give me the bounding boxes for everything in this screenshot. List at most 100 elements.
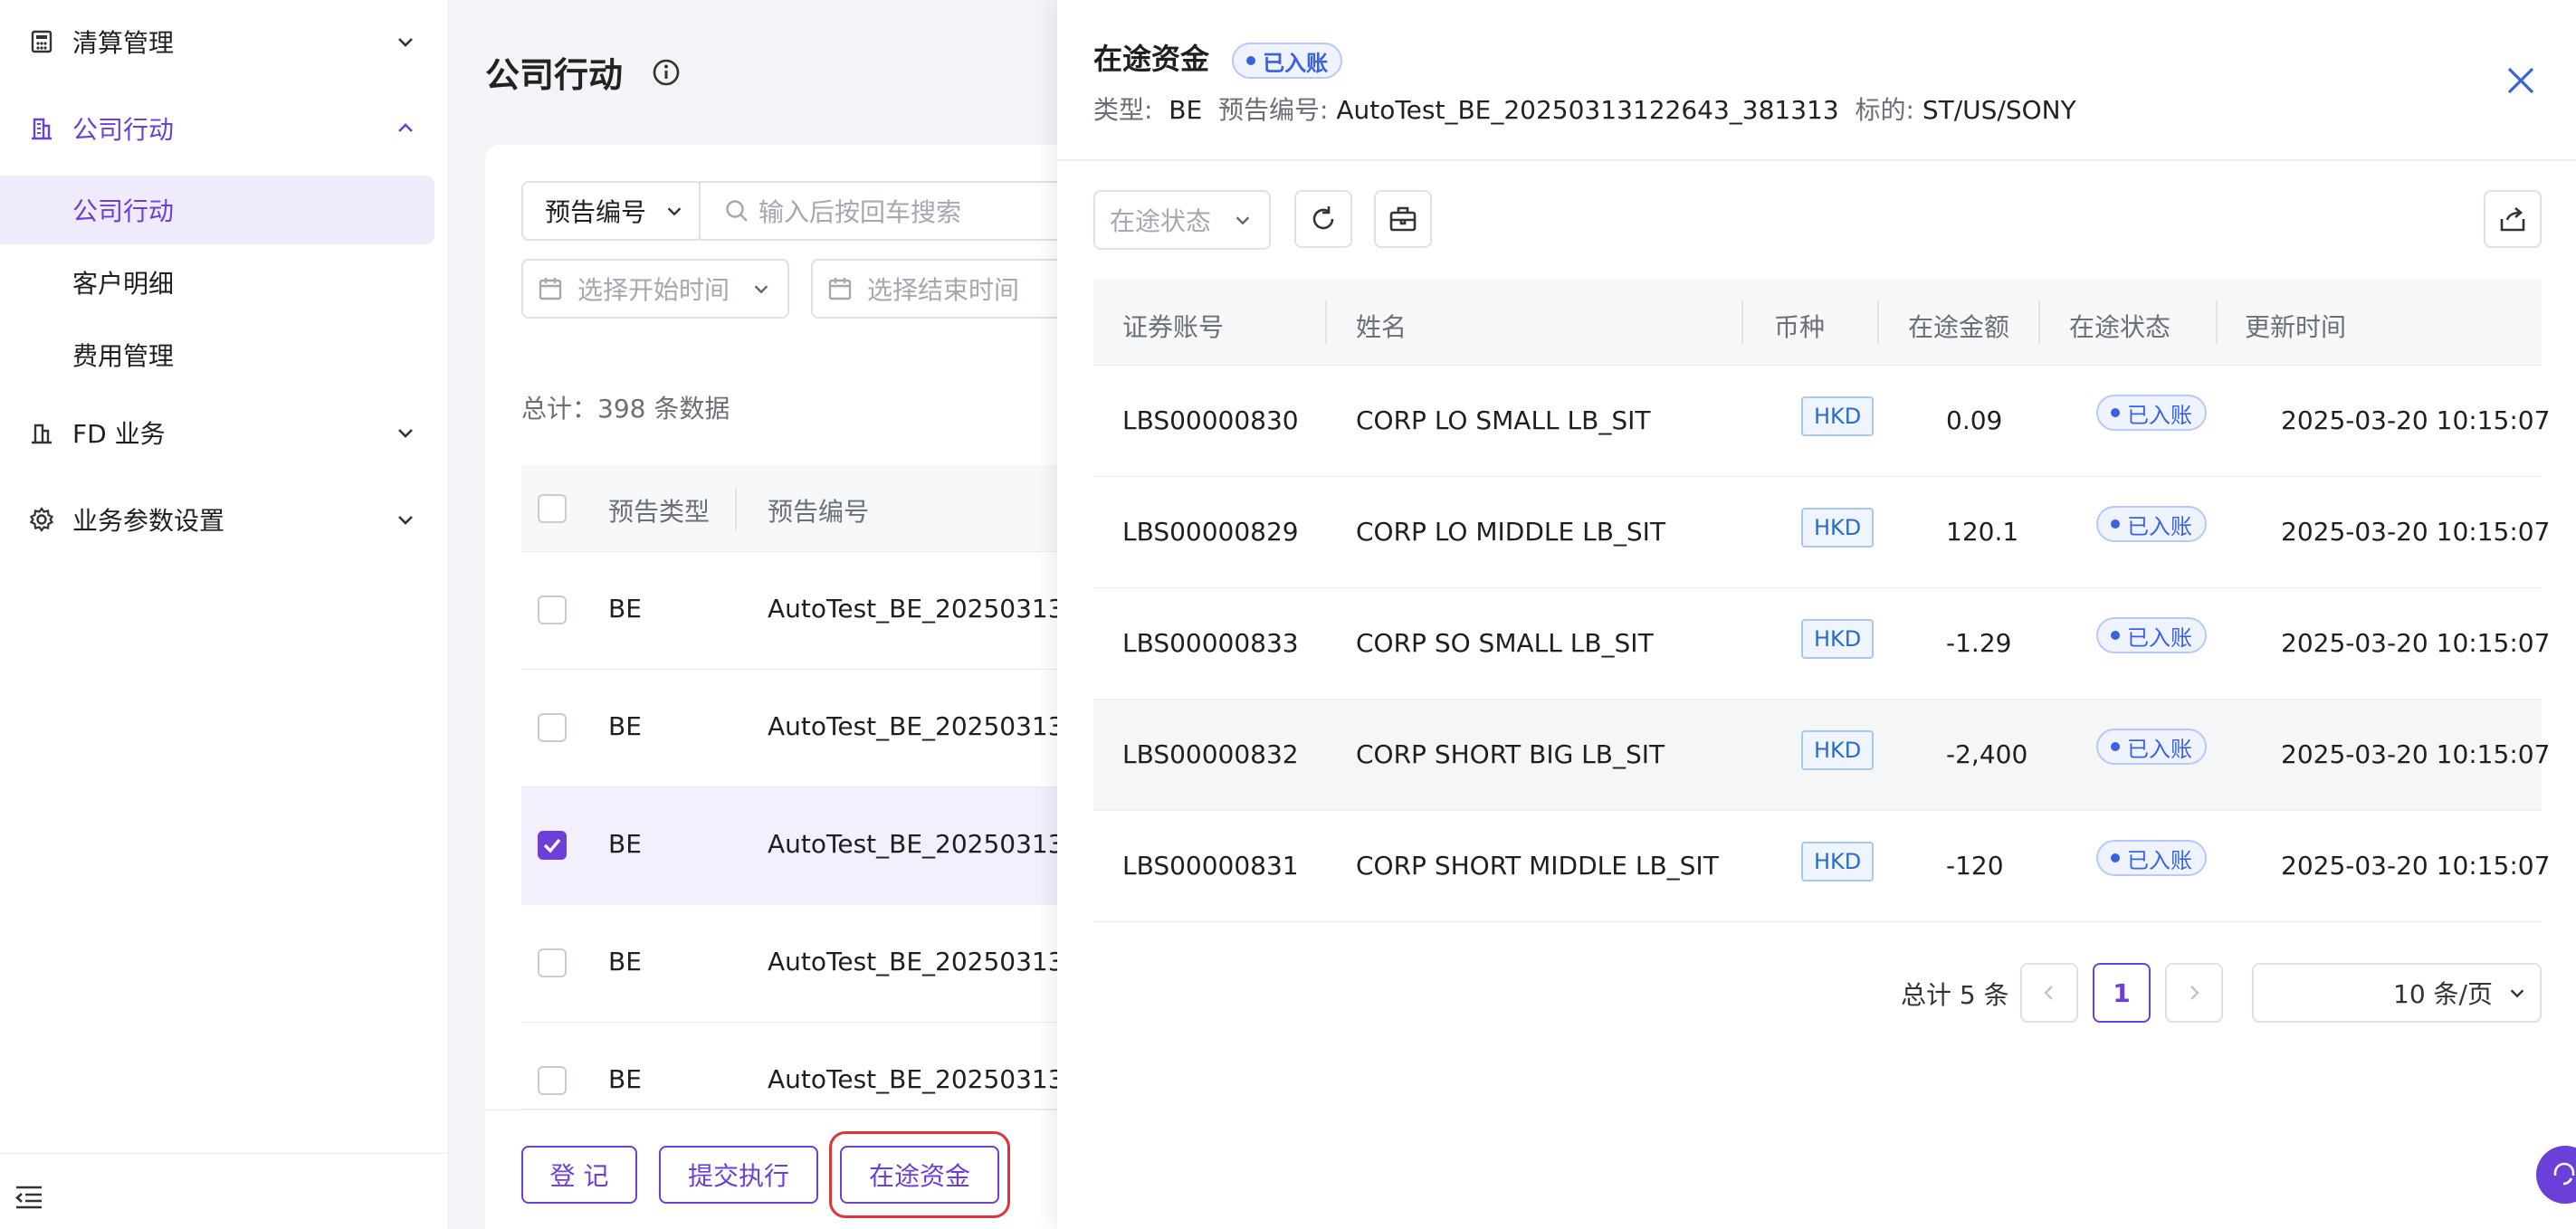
divider bbox=[1057, 159, 2576, 161]
register-button[interactable]: 登 记 bbox=[521, 1146, 637, 1204]
calculator-icon bbox=[27, 27, 56, 56]
sidebar-subitem-fee-management[interactable]: 费用管理 bbox=[0, 320, 434, 389]
table-row[interactable]: BE AutoTest_BE_20250313 bbox=[521, 670, 1119, 787]
transit-status-placeholder: 在途状态 bbox=[1110, 206, 1212, 236]
cell-name: CORP LO SMALL LB_SIT bbox=[1356, 405, 1651, 435]
calendar-icon bbox=[539, 278, 562, 300]
submit-execute-button[interactable]: 提交执行 bbox=[659, 1146, 818, 1204]
cell-account: LBS00000833 bbox=[1122, 628, 1299, 658]
cell-type: BE bbox=[608, 947, 642, 977]
cell-type: BE bbox=[608, 711, 642, 741]
start-date-picker[interactable]: 选择开始时间 bbox=[521, 259, 789, 319]
row-checkbox[interactable] bbox=[538, 713, 567, 742]
cell-updated: 2025-03-20 10:15:07 bbox=[2281, 851, 2551, 881]
sidebar-item-clearing[interactable]: 清算管理 bbox=[0, 5, 434, 78]
sidebar-subitem-corporate-action[interactable]: 公司行动 bbox=[0, 176, 434, 244]
sidebar-item-label: 清算管理 bbox=[72, 28, 175, 58]
pagination-total: 总计 5 条 bbox=[1901, 980, 2009, 1010]
cell-account: LBS00000832 bbox=[1122, 739, 1299, 769]
sidebar-item-label: 公司行动 bbox=[72, 115, 175, 145]
start-date-placeholder: 选择开始时间 bbox=[577, 275, 730, 305]
search-field-select-value: 预告编号 bbox=[545, 197, 647, 227]
table-row[interactable]: BE AutoTest_BE_20250313 bbox=[521, 1023, 1119, 1110]
status-badge: 已入账 bbox=[2096, 617, 2207, 653]
cell-amount: -120 bbox=[1946, 851, 2004, 881]
row-checkbox[interactable] bbox=[538, 1066, 567, 1095]
chevron-down-icon bbox=[2510, 989, 2524, 998]
sidebar-subitem-label: 公司行动 bbox=[72, 196, 175, 226]
export-button[interactable] bbox=[2484, 190, 2542, 248]
chevron-down-icon bbox=[398, 429, 413, 438]
sidebar: 清算管理 公司行动 公司行动 客户明细 费用管理 FD 业务 业务参数设置 bbox=[0, 0, 449, 1229]
table-row[interactable]: LBS00000833 CORP SO SMALL LB_SIT HKD -1.… bbox=[1093, 588, 2550, 700]
meta-type-value: BE bbox=[1169, 95, 1203, 125]
currency-tag: HKD bbox=[1801, 842, 1875, 881]
end-date-placeholder: 选择结束时间 bbox=[867, 275, 1020, 305]
refresh-button[interactable] bbox=[1294, 190, 1352, 248]
currency-tag: HKD bbox=[1801, 396, 1875, 436]
close-icon[interactable] bbox=[2505, 65, 2536, 96]
cell-amount: -1.29 bbox=[1946, 628, 2012, 658]
row-checkbox[interactable] bbox=[538, 595, 567, 624]
cell-amount: 120.1 bbox=[1946, 517, 2019, 547]
cell-account: LBS00000831 bbox=[1122, 851, 1299, 881]
chevron-down-icon bbox=[667, 207, 682, 216]
table-row-selected[interactable]: BE AutoTest_BE_20250313 bbox=[521, 787, 1119, 905]
cell-code: AutoTest_BE_20250313 bbox=[768, 594, 1064, 624]
bank-icon bbox=[27, 418, 56, 447]
select-all-checkbox[interactable] bbox=[538, 494, 567, 523]
total-count: 总计：398 条数据 bbox=[521, 394, 730, 424]
meta-target-label: 标的: bbox=[1855, 95, 1914, 125]
table-header: 预告类型 预告编号 bbox=[521, 465, 1119, 552]
column-header-amount: 在途金额 bbox=[1908, 312, 2010, 342]
column-divider bbox=[1877, 300, 1879, 344]
currency-tag: HKD bbox=[1801, 508, 1875, 548]
table-row[interactable]: LBS00000831 CORP SHORT MIDDLE LB_SIT HKD… bbox=[1093, 811, 2550, 922]
cell-account: LBS00000830 bbox=[1122, 405, 1299, 435]
sidebar-item-fd-business[interactable]: FD 业务 bbox=[0, 396, 434, 469]
sidebar-item-label: 业务参数设置 bbox=[72, 506, 225, 536]
collapse-menu-icon[interactable] bbox=[14, 1185, 43, 1210]
next-page-button[interactable] bbox=[2165, 963, 2223, 1023]
cell-name: CORP SO SMALL LB_SIT bbox=[1356, 628, 1654, 658]
toolbox-icon bbox=[1389, 206, 1417, 232]
in-transit-funds-drawer: 在途资金 已入账 类型: BE 预告编号: AutoTest_BE_202503… bbox=[1057, 0, 2576, 1229]
cell-updated: 2025-03-20 10:15:07 bbox=[2281, 739, 2551, 769]
chevron-down-icon bbox=[754, 285, 768, 294]
chevron-down-icon bbox=[398, 516, 413, 525]
prev-page-button[interactable] bbox=[2020, 963, 2078, 1023]
cell-name: CORP SHORT BIG LB_SIT bbox=[1356, 739, 1665, 769]
drawer-title-row: 在途资金 已入账 bbox=[1093, 36, 1343, 79]
status-badge-label: 已入账 bbox=[2127, 513, 2192, 539]
row-checkbox-checked[interactable] bbox=[538, 831, 567, 860]
status-badge-label: 已入账 bbox=[2127, 736, 2192, 762]
sidebar-item-label: FD 业务 bbox=[72, 419, 166, 449]
drawer-title: 在途资金 bbox=[1093, 42, 1210, 76]
column-header-type: 预告类型 bbox=[608, 497, 711, 527]
page-size-value: 10 条/页 bbox=[2393, 979, 2493, 1009]
page-size-select[interactable]: 10 条/页 bbox=[2252, 963, 2542, 1023]
page-button-current[interactable]: 1 bbox=[2093, 963, 2151, 1023]
status-badge: 已入账 bbox=[2096, 395, 2207, 431]
sidebar-item-corporate-action[interactable]: 公司行动 bbox=[0, 92, 434, 165]
info-icon[interactable] bbox=[652, 58, 681, 87]
table-row[interactable]: BE AutoTest_BE_20250313 bbox=[521, 552, 1119, 670]
row-checkbox[interactable] bbox=[538, 948, 567, 977]
table-row[interactable]: BE AutoTest_BE_20250313 bbox=[521, 905, 1119, 1023]
drawer-meta: 类型: BE 预告编号: AutoTest_BE_20250313122643_… bbox=[1093, 91, 2076, 127]
cell-updated: 2025-03-20 10:15:07 bbox=[2281, 517, 2551, 547]
toolbox-button[interactable] bbox=[1374, 190, 1432, 248]
transit-status-filter[interactable]: 在途状态 bbox=[1093, 190, 1271, 250]
status-badge: 已入账 bbox=[2096, 506, 2207, 542]
search-input[interactable]: 输入后按回车搜索 bbox=[699, 181, 1119, 241]
sidebar-item-business-params[interactable]: 业务参数设置 bbox=[0, 483, 434, 556]
status-badge: 已入账 bbox=[2096, 840, 2207, 876]
page-title: 公司行动 bbox=[485, 55, 624, 95]
table-row[interactable]: LBS00000829 CORP LO MIDDLE LB_SIT HKD 12… bbox=[1093, 477, 2550, 588]
sidebar-subitem-customer-details[interactable]: 客户明细 bbox=[0, 248, 434, 317]
search-field-select[interactable]: 预告编号 bbox=[521, 181, 702, 241]
table-row[interactable]: LBS00000830 CORP LO SMALL LB_SIT HKD 0.0… bbox=[1093, 366, 2550, 477]
gear-icon bbox=[27, 505, 56, 534]
column-header-account: 证券账号 bbox=[1122, 312, 1225, 342]
table-row-hovered[interactable]: LBS00000832 CORP SHORT BIG LB_SIT HKD -2… bbox=[1093, 700, 2550, 811]
